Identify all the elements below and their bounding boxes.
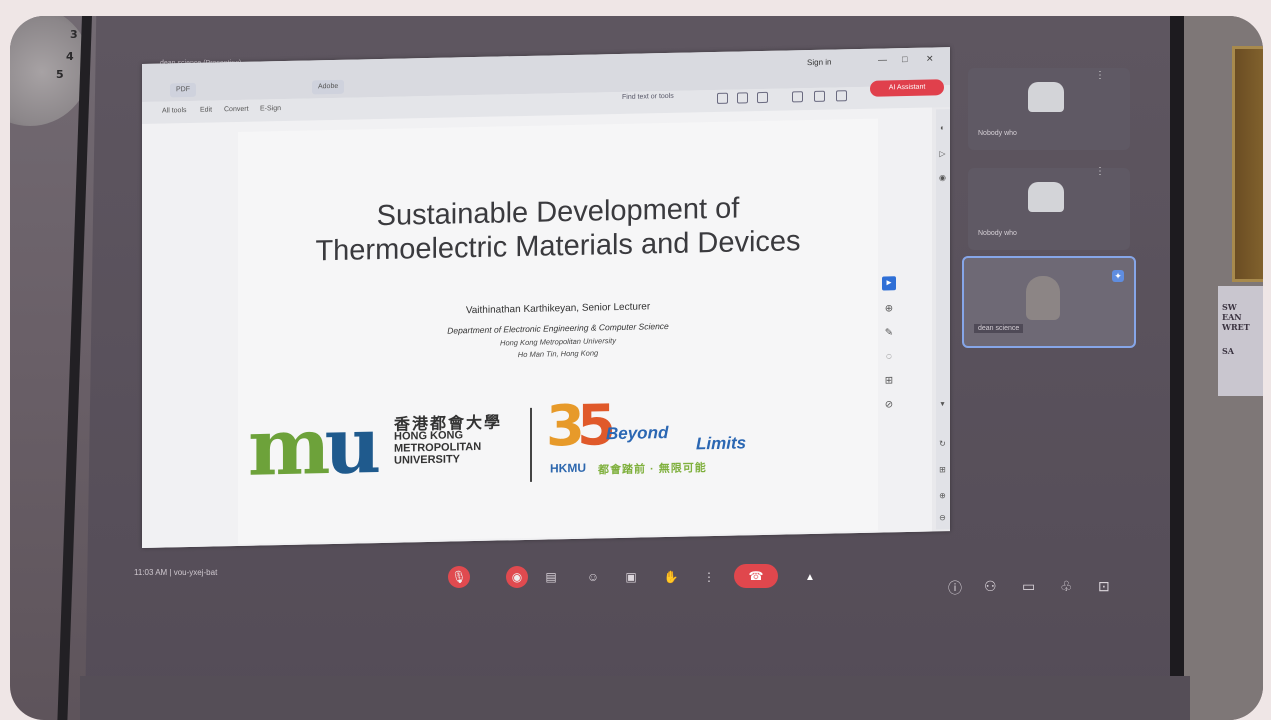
hkmu-chinese-slogan: 都會踏前 · 無限可能 bbox=[598, 462, 707, 477]
toolbar-icon[interactable] bbox=[836, 90, 847, 102]
logo-english-line: UNIVERSITY bbox=[394, 453, 461, 467]
ai-assistant-button[interactable]: AI Assistant bbox=[870, 79, 944, 97]
text-tool-icon[interactable]: ⊞ bbox=[882, 374, 896, 388]
end-call-button[interactable]: ☎ bbox=[734, 564, 778, 588]
captions-icon[interactable]: ▤ bbox=[540, 566, 562, 588]
pdf-tool-strip: ▸ ⊕ ✎ ◌ ⊞ ⊘ bbox=[878, 276, 902, 477]
anniversary-digit: 3 bbox=[546, 393, 577, 460]
rail-icon[interactable]: ↻ bbox=[938, 439, 947, 448]
toolbar-icon[interactable] bbox=[814, 90, 825, 102]
mouse-cursor-icon: ▲ bbox=[805, 572, 815, 583]
participant-name: Nobody who bbox=[978, 230, 1017, 237]
activities-icon[interactable]: ♧ bbox=[1060, 578, 1073, 595]
logo-english-name: HONG KONG METROPOLITAN UNIVERSITY bbox=[394, 429, 482, 467]
present-icon[interactable]: ▣ bbox=[620, 566, 642, 588]
camera-toggle-icon[interactable]: ◉ bbox=[506, 566, 528, 588]
wall-sign-line: WRET bbox=[1222, 322, 1250, 332]
pdf-viewer-window: PDF Adobe Sign in — □ ✕ All tools Edit C… bbox=[142, 47, 950, 549]
screen-bottom-area bbox=[80, 676, 1190, 720]
more-options-icon[interactable]: ⋮ bbox=[1095, 70, 1105, 81]
rail-icon[interactable]: ◉ bbox=[938, 173, 947, 182]
pin-icon[interactable]: ✦ bbox=[1112, 270, 1124, 282]
tab-adobe[interactable]: Adobe bbox=[312, 79, 345, 95]
more-options-icon[interactable]: ⋮ bbox=[698, 566, 720, 588]
hkmu-logo: mu bbox=[248, 400, 376, 494]
comment-tool-icon[interactable]: ⊕ bbox=[882, 302, 896, 316]
logo-divider bbox=[530, 407, 532, 482]
wall-sign: SW EAN WRET SA bbox=[1218, 286, 1263, 396]
sign-in-button[interactable]: Sign in bbox=[807, 58, 831, 68]
stamp-tool-icon[interactable]: ⊘ bbox=[882, 398, 896, 412]
pen-tool-icon[interactable]: ✎ bbox=[882, 326, 896, 340]
wall-sign-line: EAN bbox=[1222, 312, 1242, 322]
rail-icon[interactable]: ⊞ bbox=[938, 465, 947, 474]
limits-text: Limits bbox=[696, 433, 747, 454]
close-button[interactable]: ✕ bbox=[926, 53, 934, 64]
toolbar-icon[interactable] bbox=[717, 92, 728, 104]
info-icon[interactable]: ⓘ bbox=[948, 578, 962, 598]
rail-icon[interactable]: ⊖ bbox=[938, 513, 947, 522]
avatar bbox=[1028, 82, 1064, 112]
select-tool-icon[interactable]: ▸ bbox=[882, 276, 896, 291]
emoji-icon[interactable]: ☺ bbox=[582, 566, 604, 588]
participant-name: dean science bbox=[974, 324, 1024, 333]
menu-edit[interactable]: Edit bbox=[200, 107, 212, 114]
participant-video bbox=[1026, 276, 1060, 320]
wall-sign-line: SW bbox=[1222, 302, 1237, 312]
rail-icon[interactable]: ⊕ bbox=[938, 491, 947, 500]
minimize-button[interactable]: — bbox=[878, 54, 887, 64]
shape-tool-icon[interactable]: ◌ bbox=[882, 350, 896, 364]
participant-tile-active[interactable]: ✦ dean science bbox=[962, 256, 1136, 348]
menu-esign[interactable]: E-Sign bbox=[260, 105, 281, 112]
clock-number: 4 bbox=[66, 50, 74, 63]
rail-icon[interactable]: ◐ bbox=[938, 123, 947, 132]
screen-edge-right bbox=[1170, 16, 1184, 720]
clock-number: 5 bbox=[56, 68, 64, 81]
avatar bbox=[1028, 182, 1064, 212]
beyond-text: Beyond bbox=[606, 422, 669, 444]
people-icon[interactable]: ⚇ bbox=[984, 578, 997, 595]
more-options-icon[interactable]: ⋮ bbox=[1095, 166, 1105, 177]
rail-icon[interactable]: ▾ bbox=[938, 399, 947, 408]
host-controls-icon[interactable]: ⊡ bbox=[1098, 578, 1110, 595]
menu-all-tools[interactable]: All tools bbox=[162, 107, 187, 115]
slide-page: Sustainable Development of Thermoelectri… bbox=[238, 118, 878, 544]
author: Vaithinathan Karthikeyan, Senior Lecture… bbox=[465, 301, 651, 317]
meeting-info: 11:03 AM | vou-yxej-bat bbox=[134, 568, 218, 577]
maximize-button[interactable]: □ bbox=[902, 54, 907, 64]
participant-name: Nobody who bbox=[978, 130, 1017, 137]
slide-title: Sustainable Development of Thermoelectri… bbox=[238, 189, 878, 270]
anniversary-digit: 5 bbox=[576, 393, 608, 459]
logo-english-line: METROPOLITAN bbox=[394, 440, 482, 455]
tab-pdf[interactable]: PDF bbox=[170, 82, 196, 98]
wall-picture-frame bbox=[1232, 46, 1263, 282]
document-area: Sustainable Development of Thermoelectri… bbox=[142, 107, 932, 549]
find-text-field[interactable]: Find text or tools bbox=[622, 93, 674, 101]
wall-sign-line: SA bbox=[1222, 346, 1234, 356]
participant-tile[interactable]: Nobody who bbox=[968, 168, 1130, 250]
hkmu-text: HKMU bbox=[550, 460, 586, 476]
toolbar-icon[interactable] bbox=[737, 92, 748, 104]
raise-hand-icon[interactable]: ✋ bbox=[660, 566, 682, 588]
toolbar-icon[interactable] bbox=[757, 91, 768, 104]
clock-number: 3 bbox=[70, 28, 78, 41]
participant-tile[interactable]: Nobody who bbox=[968, 68, 1130, 150]
photo: 3 4 5 SW EAN WRET SA dean science (Prese… bbox=[10, 16, 1263, 720]
toolbar-icon[interactable] bbox=[792, 91, 803, 103]
menu-convert[interactable]: Convert bbox=[224, 106, 249, 114]
rail-icon[interactable]: ▷ bbox=[938, 149, 947, 158]
chat-icon[interactable]: ▭ bbox=[1022, 578, 1035, 595]
right-side-rail: ◐ ▷ ◉ ▾ ↻ ⊞ ⊕ ⊖ bbox=[936, 109, 950, 530]
mic-toggle-icon[interactable]: 🎙 bbox=[448, 566, 470, 588]
anniversary-logo: 35 bbox=[546, 393, 608, 459]
